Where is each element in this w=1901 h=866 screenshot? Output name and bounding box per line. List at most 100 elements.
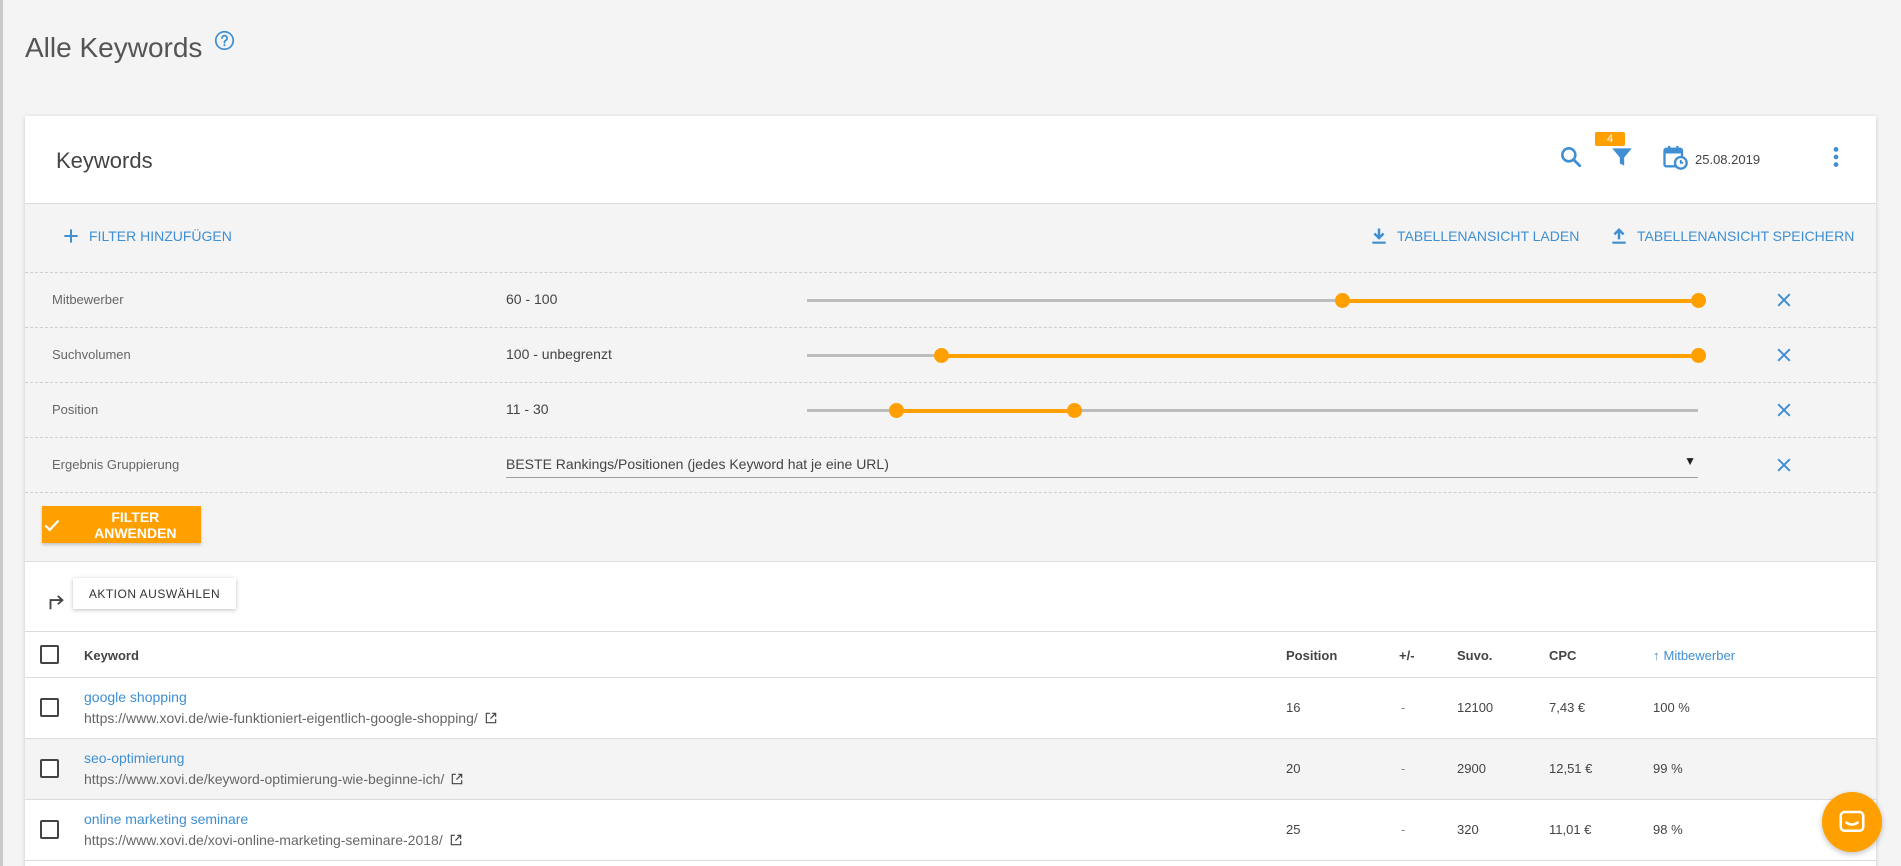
open-in-new-icon[interactable] bbox=[449, 833, 463, 847]
arrow-up-icon: ↑ bbox=[1653, 648, 1660, 663]
calendar-icon[interactable] bbox=[1661, 143, 1689, 171]
table-row: online marketing seminare https://www.xo… bbox=[25, 800, 1876, 861]
cell-position: 25 bbox=[1286, 822, 1301, 837]
column-header-change[interactable]: +/- bbox=[1399, 648, 1415, 663]
plus-icon bbox=[64, 229, 78, 243]
open-in-new-icon[interactable] bbox=[484, 711, 498, 725]
table-header: Keyword Position +/- Suvo. CPC ↑ Mitbewe… bbox=[25, 632, 1876, 678]
filter-label: Mitbewerber bbox=[52, 292, 124, 307]
filter-panel: Filter hinzufügen Tabellenansicht laden … bbox=[25, 204, 1876, 562]
open-in-new-icon[interactable] bbox=[450, 772, 464, 786]
ranking-url-text: https://www.xovi.de/keyword-optimierung-… bbox=[84, 771, 445, 787]
load-table-view-button[interactable]: Tabellenansicht laden bbox=[1369, 226, 1579, 246]
card-title: Keywords bbox=[56, 148, 153, 173]
window-edge bbox=[0, 0, 3, 866]
cell-competitors: 100 % bbox=[1653, 700, 1690, 715]
slider-thumb-max[interactable] bbox=[1067, 403, 1083, 418]
page-header: Alle Keywords bbox=[25, 30, 235, 64]
cell-position: 16 bbox=[1286, 700, 1301, 715]
action-bar: AKTION AUSWÄHLEN bbox=[25, 562, 1876, 632]
selected-date[interactable]: 25.08.2019 bbox=[1695, 152, 1760, 167]
apply-filter-label: Filter anwenden bbox=[94, 508, 177, 541]
slider-fill bbox=[940, 353, 1698, 358]
range-slider[interactable] bbox=[807, 403, 1698, 418]
filter-range-value: 100 - unbegrenzt bbox=[506, 346, 612, 362]
dropdown-arrow-icon: ▼ bbox=[1684, 454, 1696, 468]
chat-button[interactable] bbox=[1822, 792, 1882, 852]
help-icon[interactable] bbox=[214, 30, 235, 51]
upload-icon bbox=[1612, 227, 1626, 244]
ranking-url: https://www.xovi.de/wie-funktioniert-eig… bbox=[84, 710, 498, 726]
filter-range-value: 60 - 100 bbox=[506, 291, 558, 307]
add-filter-button[interactable]: Filter hinzufügen bbox=[61, 226, 232, 246]
ranking-url: https://www.xovi.de/xovi-online-marketin… bbox=[84, 832, 463, 848]
cell-cpc: 7,43 € bbox=[1549, 700, 1586, 715]
cell-suvo: 12100 bbox=[1457, 700, 1494, 715]
ranking-url: https://www.xovi.de/keyword-optimierung-… bbox=[84, 771, 464, 787]
row-checkbox[interactable] bbox=[40, 698, 59, 717]
cell-competitors: 98 % bbox=[1653, 822, 1683, 837]
slider-thumb-min[interactable] bbox=[933, 348, 949, 363]
close-icon[interactable] bbox=[1774, 345, 1794, 365]
filter-range-value: 11 - 30 bbox=[506, 401, 549, 417]
filter-row-grouping: Ergebnis Gruppierung BESTE Rankings/Posi… bbox=[25, 438, 1876, 493]
cell-position: 20 bbox=[1286, 761, 1301, 776]
cell-cpc: 11,01 € bbox=[1549, 822, 1592, 837]
ranking-url-text: https://www.xovi.de/wie-funktioniert-eig… bbox=[84, 710, 478, 726]
filter-toolbar: Filter hinzufügen Tabellenansicht laden … bbox=[25, 204, 1876, 273]
column-header-suvo[interactable]: Suvo. bbox=[1457, 648, 1492, 663]
close-icon[interactable] bbox=[1774, 290, 1794, 310]
range-slider[interactable] bbox=[807, 293, 1706, 308]
close-icon[interactable] bbox=[1774, 455, 1794, 475]
filter-label: Position bbox=[52, 402, 99, 417]
add-filter-label: Filter hinzufügen bbox=[89, 228, 232, 244]
filter-row-suchvolumen: Suchvolumen 100 - unbegrenzt bbox=[25, 328, 1876, 383]
column-header-cpc[interactable]: CPC bbox=[1549, 648, 1576, 663]
table-row: seo-optimierung https://www.xovi.de/keyw… bbox=[25, 739, 1876, 800]
table-row: google shopping https://www.xovi.de/wie-… bbox=[25, 678, 1876, 739]
save-table-view-label: Tabellenansicht speichern bbox=[1637, 228, 1855, 244]
row-checkbox[interactable] bbox=[40, 759, 59, 778]
close-icon[interactable] bbox=[1774, 400, 1794, 420]
filter-label: Ergebnis Gruppierung bbox=[52, 457, 180, 472]
cell-change: - bbox=[1401, 700, 1406, 715]
check-icon bbox=[44, 519, 60, 532]
slider-fill bbox=[896, 408, 1075, 413]
slider-thumb-max[interactable] bbox=[1691, 293, 1706, 308]
more-vert-icon[interactable] bbox=[1823, 144, 1849, 170]
column-header-position[interactable]: Position bbox=[1286, 648, 1337, 663]
download-icon bbox=[1372, 228, 1386, 244]
cell-suvo: 2900 bbox=[1457, 761, 1486, 776]
keyword-link[interactable]: google shopping bbox=[84, 689, 187, 705]
cell-change: - bbox=[1401, 761, 1406, 776]
column-header-keyword[interactable]: Keyword bbox=[84, 648, 139, 663]
slider-fill bbox=[1341, 298, 1698, 303]
select-action-button[interactable]: AKTION AUSWÄHLEN bbox=[73, 578, 236, 609]
card-header: Keywords 4 25.08.2019 bbox=[25, 116, 1876, 204]
chat-icon bbox=[1839, 810, 1865, 832]
search-icon[interactable] bbox=[1558, 144, 1584, 170]
row-checkbox[interactable] bbox=[40, 820, 59, 839]
load-table-view-label: Tabellenansicht laden bbox=[1397, 228, 1580, 244]
page-title: Alle Keywords bbox=[25, 32, 203, 63]
ranking-url-text: https://www.xovi.de/xovi-online-marketin… bbox=[84, 832, 443, 848]
slider-thumb-min[interactable] bbox=[1334, 293, 1350, 308]
cell-cpc: 12,51 € bbox=[1549, 761, 1593, 776]
select-all-checkbox[interactable] bbox=[40, 645, 59, 664]
filter-icon[interactable] bbox=[1609, 144, 1635, 170]
cell-competitors: 99 % bbox=[1653, 761, 1683, 776]
keyword-link[interactable]: online marketing seminare bbox=[84, 811, 248, 827]
keyword-link[interactable]: seo-optimierung bbox=[84, 750, 184, 766]
save-table-view-button[interactable]: Tabellenansicht speichern bbox=[1609, 226, 1854, 246]
column-header-competitors-label: Mitbewerber bbox=[1663, 648, 1736, 663]
column-header-competitors[interactable]: ↑ Mitbewerber bbox=[1653, 648, 1735, 663]
filter-row-mitbewerber: Mitbewerber 60 - 100 bbox=[25, 273, 1876, 328]
range-slider[interactable] bbox=[807, 348, 1706, 363]
slider-thumb-max[interactable] bbox=[1691, 348, 1706, 363]
filter-row-position: Position 11 - 30 bbox=[25, 383, 1876, 438]
redirect-arrow-icon bbox=[49, 595, 64, 610]
filter-label: Suchvolumen bbox=[52, 347, 131, 362]
grouping-select[interactable]: BESTE Rankings/Positionen (jedes Keyword… bbox=[506, 448, 1698, 478]
apply-filter-button[interactable]: Filter anwenden bbox=[42, 506, 201, 543]
slider-thumb-min[interactable] bbox=[889, 403, 905, 418]
